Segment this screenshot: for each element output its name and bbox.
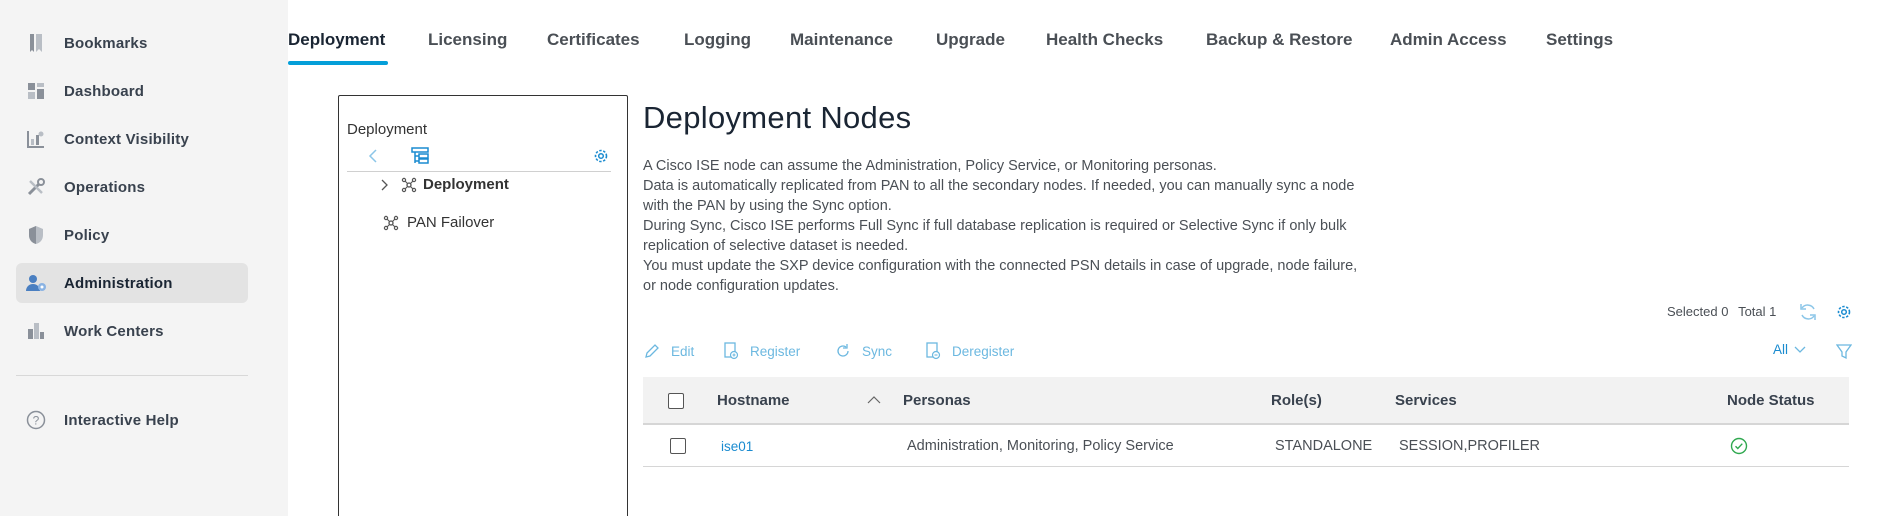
column-header-personas[interactable]: Personas bbox=[903, 392, 971, 409]
sidebar-item-bookmarks[interactable]: Bookmarks bbox=[16, 23, 248, 63]
sync-label: Sync bbox=[862, 343, 893, 359]
personas-cell: Administration, Monitoring, Policy Servi… bbox=[907, 438, 1174, 454]
deregister-icon bbox=[924, 342, 942, 360]
total-label: Total bbox=[1738, 304, 1766, 319]
chevron-left-icon[interactable] bbox=[363, 146, 383, 166]
table-row[interactable]: ise01 Administration, Monitoring, Policy… bbox=[643, 425, 1849, 467]
pencil-icon bbox=[643, 342, 661, 360]
services-cell: SESSION,PROFILER bbox=[1399, 438, 1541, 454]
sidebar-item-dashboard[interactable]: Dashboard bbox=[16, 71, 248, 111]
filter-icon[interactable] bbox=[1833, 341, 1855, 363]
column-header-roles[interactable]: Role(s) bbox=[1271, 392, 1322, 409]
tab-maintenance[interactable]: Maintenance bbox=[790, 30, 893, 50]
sort-ascending-icon[interactable] bbox=[867, 395, 881, 405]
register-button[interactable]: Register bbox=[722, 342, 800, 360]
context-visibility-icon bbox=[25, 128, 47, 150]
sidebar-item-policy[interactable]: Policy bbox=[16, 215, 248, 255]
table-settings-gear-icon[interactable] bbox=[1833, 301, 1855, 323]
deployment-tree-panel: Deployment Deployment PAN Failover bbox=[338, 95, 628, 516]
tab-licensing[interactable]: Licensing bbox=[428, 30, 507, 50]
sidebar-item-work-centers[interactable]: Work Centers bbox=[16, 311, 248, 351]
register-icon bbox=[722, 342, 740, 360]
tab-certificates[interactable]: Certificates bbox=[547, 30, 640, 50]
selection-stats: Selected 0 Total 1 bbox=[1667, 304, 1776, 319]
tab-backup-restore[interactable]: Backup & Restore bbox=[1206, 30, 1352, 50]
deployment-nodes-table: Hostname Personas Role(s) Services Node … bbox=[643, 377, 1849, 467]
filter-select[interactable]: All bbox=[1773, 342, 1806, 357]
sidebar: Bookmarks Dashboard Context Visibility O… bbox=[0, 0, 288, 516]
work-centers-icon bbox=[25, 320, 47, 342]
row-checkbox[interactable] bbox=[670, 438, 686, 454]
description-line: replication of selective dataset is need… bbox=[643, 238, 909, 254]
administration-icon bbox=[25, 272, 47, 294]
page-title: Deployment Nodes bbox=[643, 100, 912, 135]
gear-icon[interactable] bbox=[591, 146, 611, 166]
description-line: You must update the SXP device configura… bbox=[643, 258, 1358, 274]
column-header-node-status[interactable]: Node Status bbox=[1727, 392, 1815, 409]
filter-select-value: All bbox=[1773, 342, 1789, 357]
total-count: 1 bbox=[1769, 304, 1777, 319]
tab-health-checks[interactable]: Health Checks bbox=[1046, 30, 1163, 50]
tab-deployment[interactable]: Deployment bbox=[288, 30, 385, 50]
description-line: with the PAN by using the Sync option. bbox=[643, 198, 892, 214]
sidebar-item-operations[interactable]: Operations bbox=[16, 167, 248, 207]
chevron-down-icon bbox=[1794, 346, 1806, 354]
tab-settings[interactable]: Settings bbox=[1546, 30, 1613, 50]
tab-admin-access[interactable]: Admin Access bbox=[1390, 30, 1507, 50]
deregister-button[interactable]: Deregister bbox=[924, 342, 1014, 360]
bookmark-icon bbox=[25, 32, 47, 54]
tree-view-icon[interactable] bbox=[410, 146, 430, 166]
sidebar-item-context-visibility[interactable]: Context Visibility bbox=[16, 119, 248, 159]
tab-upgrade[interactable]: Upgrade bbox=[936, 30, 1005, 50]
dashboard-icon bbox=[25, 80, 47, 102]
refresh-icon[interactable] bbox=[1797, 301, 1819, 323]
column-header-services[interactable]: Services bbox=[1395, 392, 1457, 409]
sync-button[interactable]: Sync bbox=[834, 342, 892, 360]
selected-label: Selected bbox=[1667, 304, 1718, 319]
page-description: A Cisco ISE node can assume the Administ… bbox=[643, 156, 1423, 296]
edit-button[interactable]: Edit bbox=[643, 342, 694, 360]
tree-node-pan-failover[interactable]: PAN Failover bbox=[383, 214, 494, 231]
description-line: Data is automatically replicated from PA… bbox=[643, 178, 1355, 194]
tree-node-label: Deployment bbox=[423, 176, 509, 193]
operations-icon bbox=[25, 176, 47, 198]
node-network-icon bbox=[383, 215, 399, 231]
tree-toolbar bbox=[347, 142, 611, 172]
edit-label: Edit bbox=[671, 343, 695, 359]
description-line: or node configuration updates. bbox=[643, 278, 839, 294]
sync-icon bbox=[834, 342, 852, 360]
hostname-link[interactable]: ise01 bbox=[721, 439, 753, 454]
deregister-label: Deregister bbox=[952, 343, 1015, 359]
register-label: Register bbox=[750, 343, 801, 359]
sidebar-divider bbox=[16, 375, 248, 376]
role-cell: STANDALONE bbox=[1275, 438, 1373, 454]
column-header-hostname[interactable]: Hostname bbox=[717, 392, 790, 409]
svg-text:?: ? bbox=[33, 414, 40, 428]
policy-shield-icon bbox=[25, 224, 47, 246]
chevron-right-icon[interactable] bbox=[377, 179, 391, 191]
table-header: Hostname Personas Role(s) Services Node … bbox=[643, 377, 1849, 425]
active-tab-indicator bbox=[288, 61, 388, 65]
tree-node-label: PAN Failover bbox=[407, 214, 495, 231]
node-network-icon bbox=[401, 177, 417, 193]
description-line: A Cisco ISE node can assume the Administ… bbox=[643, 158, 1217, 174]
tree-node-deployment[interactable]: Deployment bbox=[377, 176, 509, 193]
select-all-checkbox[interactable] bbox=[668, 393, 684, 409]
sidebar-item-interactive-help[interactable]: ? Interactive Help bbox=[16, 400, 248, 440]
selected-count: 0 bbox=[1721, 304, 1729, 319]
tree-title: Deployment bbox=[347, 121, 428, 138]
status-ok-icon bbox=[1730, 437, 1748, 455]
tab-logging[interactable]: Logging bbox=[684, 30, 751, 50]
description-line: During Sync, Cisco ISE performs Full Syn… bbox=[643, 218, 1347, 234]
sidebar-item-administration[interactable]: Administration bbox=[16, 263, 248, 303]
help-icon: ? bbox=[25, 409, 47, 431]
